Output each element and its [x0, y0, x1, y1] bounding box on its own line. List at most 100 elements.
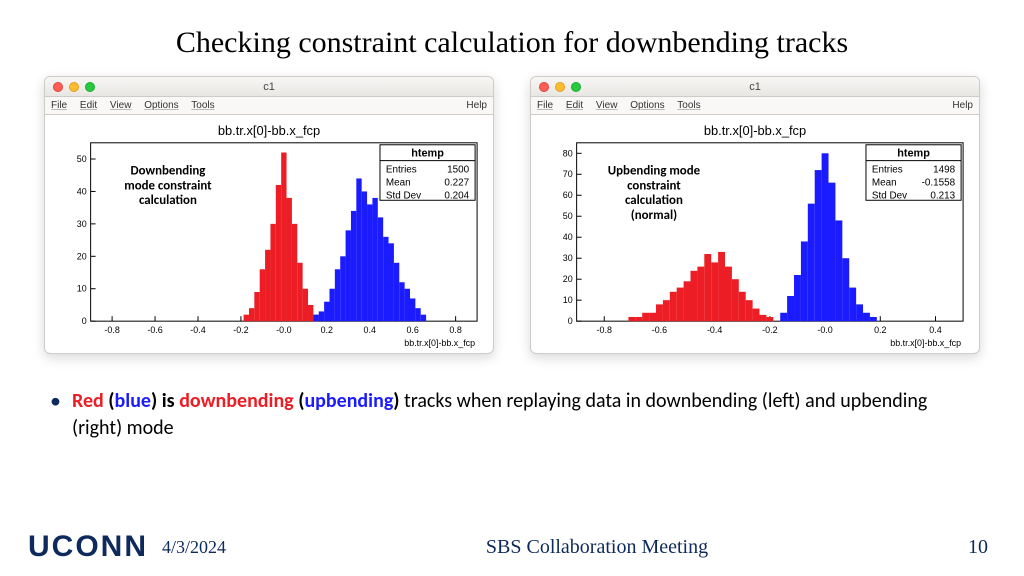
svg-text:0.2: 0.2 — [874, 325, 886, 335]
bullet-1: Red (blue) is downbending (upbending) tr… — [50, 388, 974, 442]
svg-text:0.8: 0.8 — [449, 325, 461, 335]
menu-help[interactable]: Help — [952, 100, 973, 111]
svg-text:-0.8: -0.8 — [597, 325, 612, 335]
menu-options[interactable]: Options — [630, 100, 664, 111]
svg-text:-0.1558: -0.1558 — [922, 177, 956, 188]
slide: Checking constraint calculation for down… — [0, 0, 1024, 576]
text-down: downbending — [179, 389, 293, 413]
svg-text:50: 50 — [77, 154, 87, 164]
svg-text:bb.tr.x[0]-bb.x_fcp: bb.tr.x[0]-bb.x_fcp — [704, 123, 806, 138]
menu-tools[interactable]: Tools — [191, 100, 214, 111]
svg-text:calculation: calculation — [625, 193, 683, 208]
svg-text:0.227: 0.227 — [444, 177, 469, 188]
svg-text:-0.8: -0.8 — [104, 325, 119, 335]
svg-text:Mean: Mean — [872, 177, 897, 188]
menu-view[interactable]: View — [110, 100, 132, 111]
svg-text:htemp: htemp — [897, 148, 930, 160]
text-up: upbending — [304, 389, 393, 413]
svg-text:1498: 1498 — [933, 165, 956, 176]
svg-text:0.2: 0.2 — [321, 325, 333, 335]
svg-text:constraint: constraint — [627, 178, 681, 193]
left-chart-svg: bb.tr.x[0]-bb.x_fcp 0 10 20 30 40 50 -0.8 -0.6 -0… — [51, 121, 487, 349]
svg-text:1500: 1500 — [447, 165, 470, 176]
svg-text:bb.tr.x[0]-bb.x_fcp: bb.tr.x[0]-bb.x_fcp — [890, 338, 961, 348]
svg-text:-0.2: -0.2 — [762, 325, 777, 335]
svg-text:calculation: calculation — [139, 193, 197, 208]
svg-text:0.213: 0.213 — [930, 190, 955, 201]
footer: UCONN 4/3/2024 SBS Collaboration Meeting… — [0, 520, 1024, 576]
svg-text:Upbending mode: Upbending mode — [608, 164, 701, 179]
svg-text:mode constraint: mode constraint — [124, 178, 212, 193]
svg-text:80: 80 — [563, 148, 573, 158]
right-menu-items: File Edit View Options Tools — [537, 100, 711, 111]
right-chart-canvas: bb.tr.x[0]-bb.x_fcp 0 10 20 30 40 50 60 70 80 -0.8… — [531, 115, 979, 353]
svg-text:Downbending: Downbending — [130, 164, 205, 179]
svg-text:0.6: 0.6 — [406, 325, 418, 335]
bullet-list: Red (blue) is downbending (upbending) tr… — [0, 374, 1024, 442]
menu-file[interactable]: File — [537, 100, 553, 111]
svg-text:Entries: Entries — [386, 165, 417, 176]
svg-text:Std Dev: Std Dev — [386, 190, 421, 201]
right-window: c1 File Edit View Options Tools Help bb.… — [530, 76, 980, 354]
svg-text:40: 40 — [77, 186, 87, 196]
menu-edit[interactable]: Edit — [80, 100, 97, 111]
left-window-titlebar: c1 — [45, 77, 493, 97]
right-chart-svg: bb.tr.x[0]-bb.x_fcp 0 10 20 30 40 50 60 70 80 -0.8… — [537, 121, 973, 349]
left-menu-items: File Edit View Options Tools — [51, 100, 225, 111]
svg-text:bb.tr.x[0]-bb.x_fcp: bb.tr.x[0]-bb.x_fcp — [218, 123, 320, 138]
svg-text:-0.0: -0.0 — [276, 325, 291, 335]
svg-text:-0.6: -0.6 — [147, 325, 162, 335]
svg-text:10: 10 — [77, 284, 87, 294]
svg-text:20: 20 — [563, 274, 573, 284]
svg-text:0.204: 0.204 — [444, 190, 469, 201]
svg-text:Mean: Mean — [386, 177, 411, 188]
text-red: Red — [72, 389, 104, 413]
svg-text:Std Dev: Std Dev — [872, 190, 907, 201]
text-lp: ( — [104, 389, 115, 413]
svg-text:-0.4: -0.4 — [707, 325, 722, 335]
left-window: c1 File Edit View Options Tools Help bb.… — [44, 76, 494, 354]
left-window-title: c1 — [45, 81, 493, 93]
svg-text:40: 40 — [563, 232, 573, 242]
svg-text:htemp: htemp — [411, 148, 444, 160]
svg-text:-0.4: -0.4 — [190, 325, 205, 335]
right-window-titlebar: c1 — [531, 77, 979, 97]
svg-text:30: 30 — [563, 253, 573, 263]
svg-text:-0.0: -0.0 — [817, 325, 832, 335]
text-blue: blue — [115, 389, 151, 413]
svg-text:60: 60 — [563, 190, 573, 200]
svg-text:0: 0 — [82, 316, 87, 326]
menu-tools[interactable]: Tools — [677, 100, 700, 111]
svg-text:30: 30 — [77, 219, 87, 229]
svg-text:20: 20 — [77, 251, 87, 261]
uconn-logo: UCONN — [28, 530, 148, 564]
svg-text:(normal): (normal) — [631, 208, 677, 223]
footer-center: SBS Collaboration Meeting — [226, 536, 968, 559]
svg-text:0.4: 0.4 — [364, 325, 376, 335]
svg-text:-0.2: -0.2 — [233, 325, 248, 335]
menu-file[interactable]: File — [51, 100, 67, 111]
right-window-title: c1 — [531, 81, 979, 93]
svg-text:10: 10 — [563, 295, 573, 305]
svg-text:bb.tr.x[0]-bb.x_fcp: bb.tr.x[0]-bb.x_fcp — [404, 338, 475, 348]
left-plot-container: c1 File Edit View Options Tools Help bb.… — [44, 76, 494, 354]
right-plot-container: c1 File Edit View Options Tools Help bb.… — [530, 76, 980, 354]
text-lp2: ( — [294, 389, 305, 413]
menu-options[interactable]: Options — [144, 100, 178, 111]
right-menu-bar: File Edit View Options Tools Help — [531, 97, 979, 115]
page-number: 10 — [968, 536, 988, 559]
left-menu-bar: File Edit View Options Tools Help — [45, 97, 493, 115]
text-rp: ) — [151, 389, 162, 413]
menu-edit[interactable]: Edit — [566, 100, 583, 111]
svg-text:0: 0 — [568, 316, 573, 326]
svg-text:70: 70 — [563, 169, 573, 179]
svg-text:50: 50 — [563, 211, 573, 221]
slide-title: Checking constraint calculation for down… — [0, 0, 1024, 60]
text-is: is — [162, 389, 179, 413]
menu-help[interactable]: Help — [466, 100, 487, 111]
left-chart-canvas: bb.tr.x[0]-bb.x_fcp 0 10 20 30 40 50 -0.8 -0.6 -0… — [45, 115, 493, 353]
svg-text:-0.6: -0.6 — [652, 325, 667, 335]
svg-text:0.4: 0.4 — [929, 325, 941, 335]
footer-date: 4/3/2024 — [162, 537, 226, 558]
menu-view[interactable]: View — [596, 100, 618, 111]
